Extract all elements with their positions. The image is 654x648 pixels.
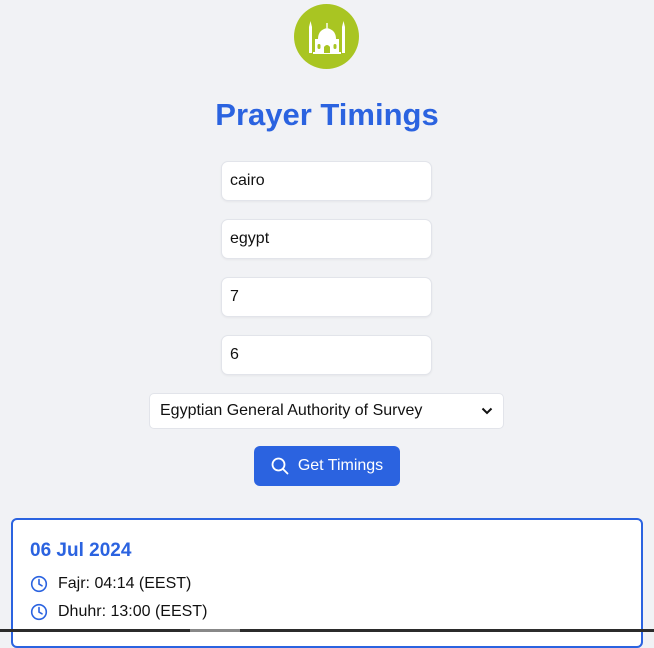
method-select-value: Egyptian General Authority of Survey: [160, 402, 423, 419]
country-input[interactable]: [221, 219, 432, 259]
prayer-item-fajr: Fajr: 04:14 (EEST): [30, 575, 191, 593]
chevron-down-icon: [481, 407, 493, 415]
clock-icon: [30, 575, 48, 593]
page-title: Prayer Timings: [215, 97, 439, 132]
city-input[interactable]: [221, 161, 432, 201]
mosque-icon: [308, 20, 345, 54]
get-timings-button[interactable]: Get Timings: [254, 446, 400, 486]
mosque-logo: [294, 4, 359, 69]
prayer-item-dhuhr: Dhuhr: 13:00 (EEST): [30, 603, 207, 621]
method-select[interactable]: Egyptian General Authority of Survey: [149, 393, 504, 429]
prayer-text: Fajr: 04:14 (EEST): [58, 575, 192, 592]
search-icon: [271, 457, 289, 475]
day-input[interactable]: [221, 335, 432, 375]
prayer-text: Dhuhr: 13:00 (EEST): [58, 603, 208, 620]
timings-date: 06 Jul 2024: [30, 540, 132, 561]
get-timings-label: Get Timings: [297, 457, 384, 474]
clock-icon: [30, 603, 48, 621]
month-input[interactable]: [221, 277, 432, 317]
